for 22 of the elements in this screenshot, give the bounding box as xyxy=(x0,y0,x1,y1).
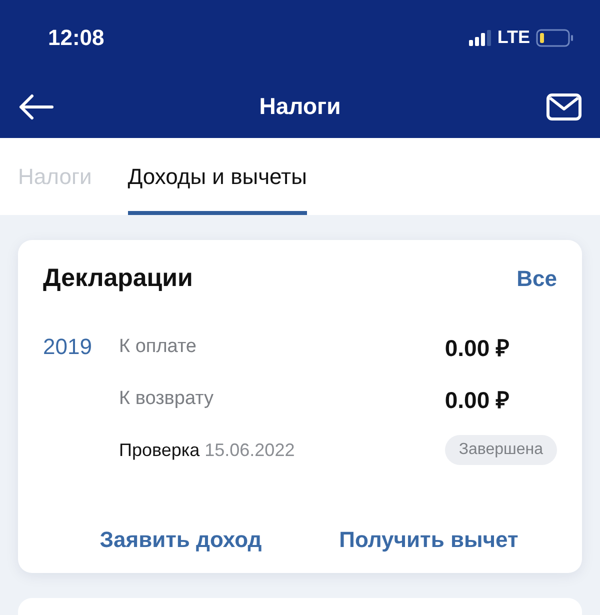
envelope-icon xyxy=(546,92,582,120)
status-badge: Завершена xyxy=(444,435,557,465)
signal-icon xyxy=(469,30,492,46)
check-date: 15.06.2022 xyxy=(204,440,295,460)
back-arrow-icon xyxy=(18,94,54,120)
amount-value: 0.00 ₽ xyxy=(444,386,510,415)
card-title: Декларации xyxy=(43,264,193,293)
all-link[interactable]: Все xyxy=(516,266,557,292)
year-label: 2019 xyxy=(43,334,93,360)
check-label: Проверка xyxy=(119,440,200,460)
row-label: К возврату xyxy=(119,388,215,410)
back-button[interactable] xyxy=(18,94,54,120)
action-button[interactable]: Заявить доход xyxy=(100,527,262,553)
network-label: LTE xyxy=(497,27,530,48)
battery-icon xyxy=(536,28,574,46)
amount-value: 0.00 ₽ xyxy=(444,334,510,363)
tab[interactable]: Доходы и вычеты xyxy=(128,138,307,215)
clock-time: 12:08 xyxy=(48,24,104,50)
action-button[interactable]: Получить вычет xyxy=(339,527,518,553)
row-label: К оплате xyxy=(119,336,198,358)
screen-title: Налоги xyxy=(259,93,341,120)
mail-button[interactable] xyxy=(546,92,582,120)
